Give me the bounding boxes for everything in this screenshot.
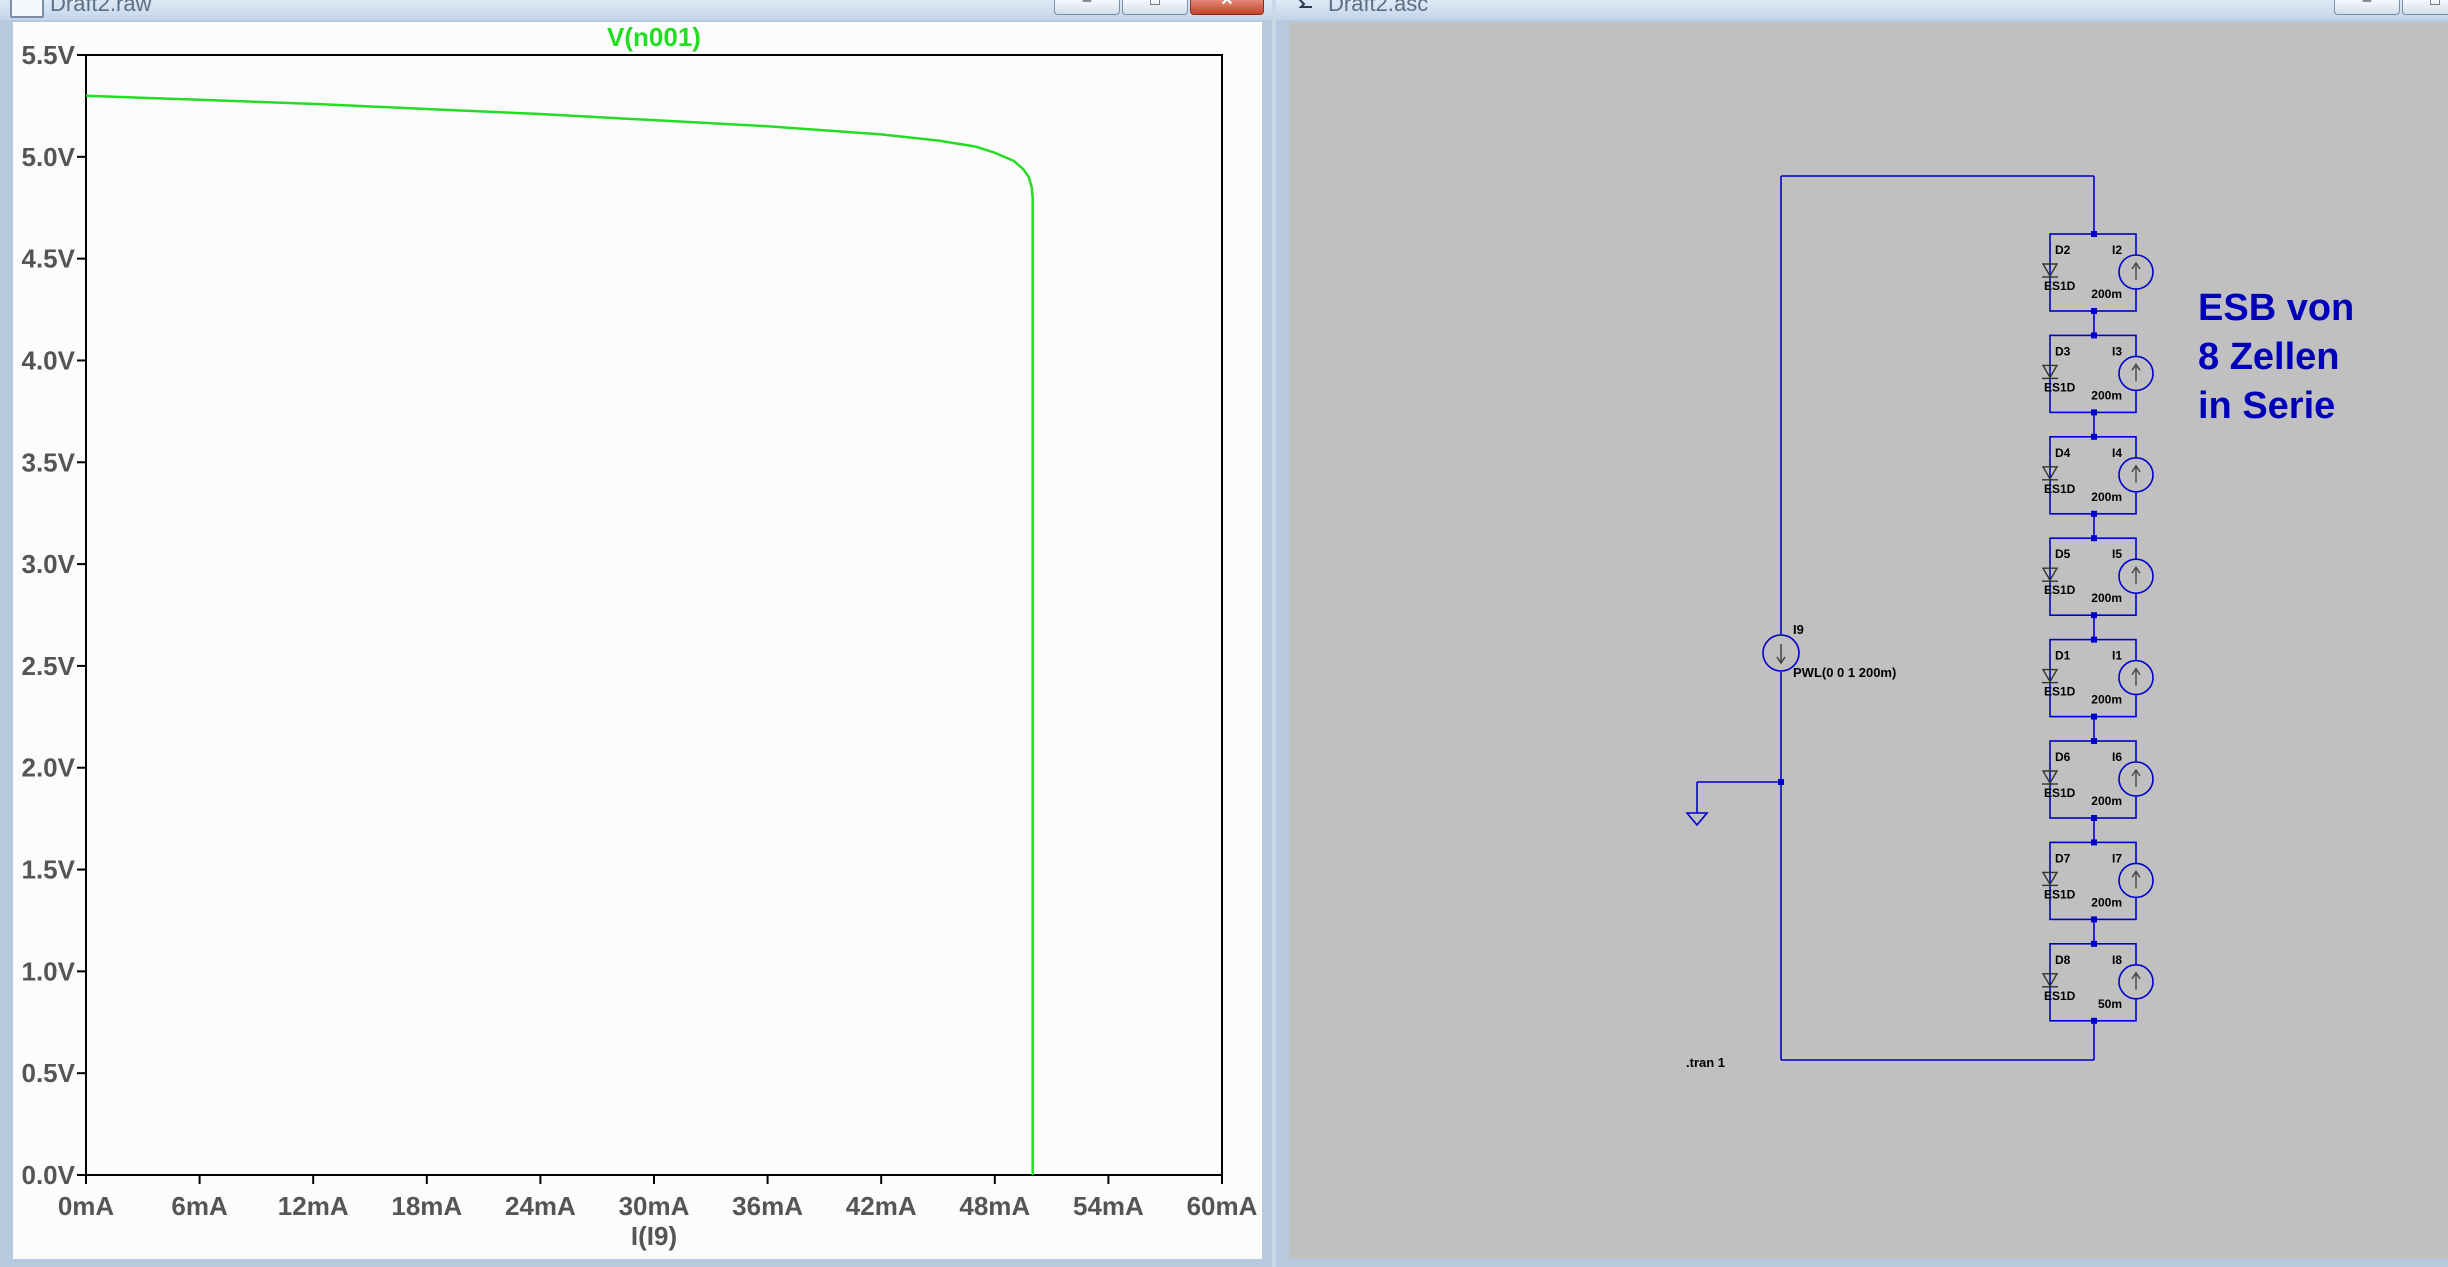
x-tick-label: 42mA bbox=[846, 1191, 917, 1221]
source-value: 50m bbox=[2098, 997, 2122, 1011]
y-tick-label: 3.0V bbox=[22, 549, 76, 579]
diode-model: ES1D bbox=[2044, 685, 2076, 699]
schematic-window[interactable]: Draft2.asc – □ I9 PWL(0 0 1 200m) .tran 1 D… bbox=[1276, 0, 2448, 1267]
close-button[interactable]: ✕ bbox=[1190, 0, 1264, 15]
schematic-drawing[interactable]: I9 PWL(0 0 1 200m) .tran 1 D2 I2 ES1D 200m D3 I3… bbox=[1289, 22, 2448, 1259]
diode-model: ES1D bbox=[2044, 583, 2076, 597]
source-value: 200m bbox=[2091, 287, 2122, 301]
trace-label[interactable]: V(n001) bbox=[607, 22, 701, 52]
diode-model: ES1D bbox=[2044, 786, 2076, 800]
diode-name: D5 bbox=[2055, 547, 2071, 561]
source-value: 200m bbox=[2091, 794, 2122, 808]
schematic-title-bar[interactable]: Draft2.asc – □ bbox=[1276, 0, 2448, 20]
diode-model: ES1D bbox=[2044, 989, 2076, 1003]
x-axis-label: I(I9) bbox=[631, 1221, 677, 1251]
diode-model: ES1D bbox=[2044, 279, 2076, 293]
schematic-maximize-button[interactable]: □ bbox=[2402, 0, 2448, 15]
source-i9-name: I9 bbox=[1793, 622, 1804, 637]
diode-model: ES1D bbox=[2044, 482, 2076, 496]
y-tick-label: 1.5V bbox=[22, 855, 76, 885]
x-tick-label: 30mA bbox=[619, 1191, 690, 1221]
waveform-app-icon[interactable] bbox=[10, 0, 44, 18]
waveform-title-bar[interactable]: Draft2.raw – □ ✕ bbox=[0, 0, 1272, 20]
y-tick-label: 4.0V bbox=[22, 345, 76, 375]
y-tick-label: 2.0V bbox=[22, 753, 76, 783]
source-name: I6 bbox=[2112, 750, 2122, 764]
x-tick-label: 48mA bbox=[959, 1191, 1030, 1221]
junction-dot bbox=[1778, 779, 1784, 785]
diode-name: D7 bbox=[2055, 851, 2071, 865]
schematic-app-icon[interactable] bbox=[1292, 0, 1322, 14]
junction-dot bbox=[2091, 535, 2097, 542]
waveform-plot[interactable]: 0mA 6mA 12mA 18mA 24mA 30mA 36mA 42mA 48mA 54mA 60… bbox=[13, 22, 1262, 1259]
source-value: 200m bbox=[2091, 693, 2122, 707]
x-tick-label: 12mA bbox=[278, 1191, 349, 1221]
x-tick-label: 54mA bbox=[1073, 1191, 1144, 1221]
source-value: 200m bbox=[2091, 490, 2122, 504]
junction-dot bbox=[2091, 433, 2097, 440]
annotation-line: ESB von bbox=[2198, 287, 2354, 329]
schematic-canvas[interactable]: I9 PWL(0 0 1 200m) .tran 1 D2 I2 ES1D 200m D3 I3… bbox=[1289, 22, 2448, 1259]
plot-frame bbox=[85, 54, 1223, 1176]
y-tick-label: 0.0V bbox=[22, 1160, 76, 1190]
source-value: 200m bbox=[2091, 895, 2122, 909]
diode-model: ES1D bbox=[2044, 380, 2076, 394]
minimize-button[interactable]: – bbox=[1054, 0, 1120, 15]
y-tick-label: 1.0V bbox=[22, 956, 76, 986]
x-tick-label: 36mA bbox=[732, 1191, 803, 1221]
source-name: I5 bbox=[2112, 547, 2122, 561]
diode-name: D4 bbox=[2055, 446, 2071, 460]
source-i9-value: PWL(0 0 1 200m) bbox=[1793, 665, 1896, 680]
y-tick-label: 4.5V bbox=[22, 244, 76, 274]
schematic-window-title: Draft2.asc bbox=[1328, 0, 1429, 16]
diode-name: D1 bbox=[2055, 649, 2071, 663]
trace-v-n001 bbox=[85, 94, 1034, 1175]
source-name: I1 bbox=[2112, 649, 2122, 663]
source-name: I3 bbox=[2112, 344, 2122, 358]
junction-dot bbox=[2091, 636, 2097, 643]
diode-name: D3 bbox=[2055, 344, 2071, 358]
schematic-minimize-button[interactable]: – bbox=[2334, 0, 2400, 15]
ground-symbol bbox=[1685, 812, 1709, 827]
x-tick-label: 60mA bbox=[1187, 1191, 1258, 1221]
tran-directive: .tran 1 bbox=[1686, 1055, 1725, 1070]
diode-name: D2 bbox=[2055, 243, 2071, 257]
plot-pane[interactable]: 0mA 6mA 12mA 18mA 24mA 30mA 36mA 42mA 48mA 54mA 60… bbox=[13, 22, 1262, 1259]
y-tick-label: 5.5V bbox=[22, 40, 76, 70]
source-name: I2 bbox=[2112, 243, 2122, 257]
annotation-line: 8 Zellen bbox=[2198, 336, 2340, 378]
junction-dot bbox=[2091, 940, 2097, 947]
source-value: 200m bbox=[2091, 591, 2122, 605]
annotation-line: in Serie bbox=[2198, 385, 2335, 427]
source-name: I4 bbox=[2112, 446, 2122, 460]
source-value: 200m bbox=[2091, 388, 2122, 402]
source-name: I7 bbox=[2112, 851, 2122, 865]
junction-dot bbox=[2091, 332, 2097, 339]
y-tick-label: 5.0V bbox=[22, 142, 76, 172]
diode-name: D6 bbox=[2055, 750, 2071, 764]
waveform-window-title: Draft2.raw bbox=[50, 0, 152, 16]
junction-dot bbox=[2091, 839, 2097, 846]
source-name: I8 bbox=[2112, 953, 2122, 967]
x-tick-label: 24mA bbox=[505, 1191, 576, 1221]
junction-dot bbox=[2091, 738, 2097, 744]
x-tick-label: 0mA bbox=[58, 1191, 115, 1221]
x-tick-label: 18mA bbox=[391, 1191, 462, 1221]
junction-dot bbox=[2091, 231, 2097, 237]
y-tick-label: 2.5V bbox=[22, 651, 76, 681]
y-tick-label: 3.5V bbox=[22, 447, 76, 477]
maximize-button[interactable]: □ bbox=[1122, 0, 1188, 15]
y-tick-label: 0.5V bbox=[22, 1058, 76, 1088]
diode-model: ES1D bbox=[2044, 887, 2076, 901]
diode-name: D8 bbox=[2055, 953, 2071, 967]
x-tick-label: 6mA bbox=[171, 1191, 228, 1221]
waveform-window[interactable]: Draft2.raw – □ ✕ 0mA 6mA 12mA 18mA 24mA 30mA 3… bbox=[0, 0, 1272, 1267]
